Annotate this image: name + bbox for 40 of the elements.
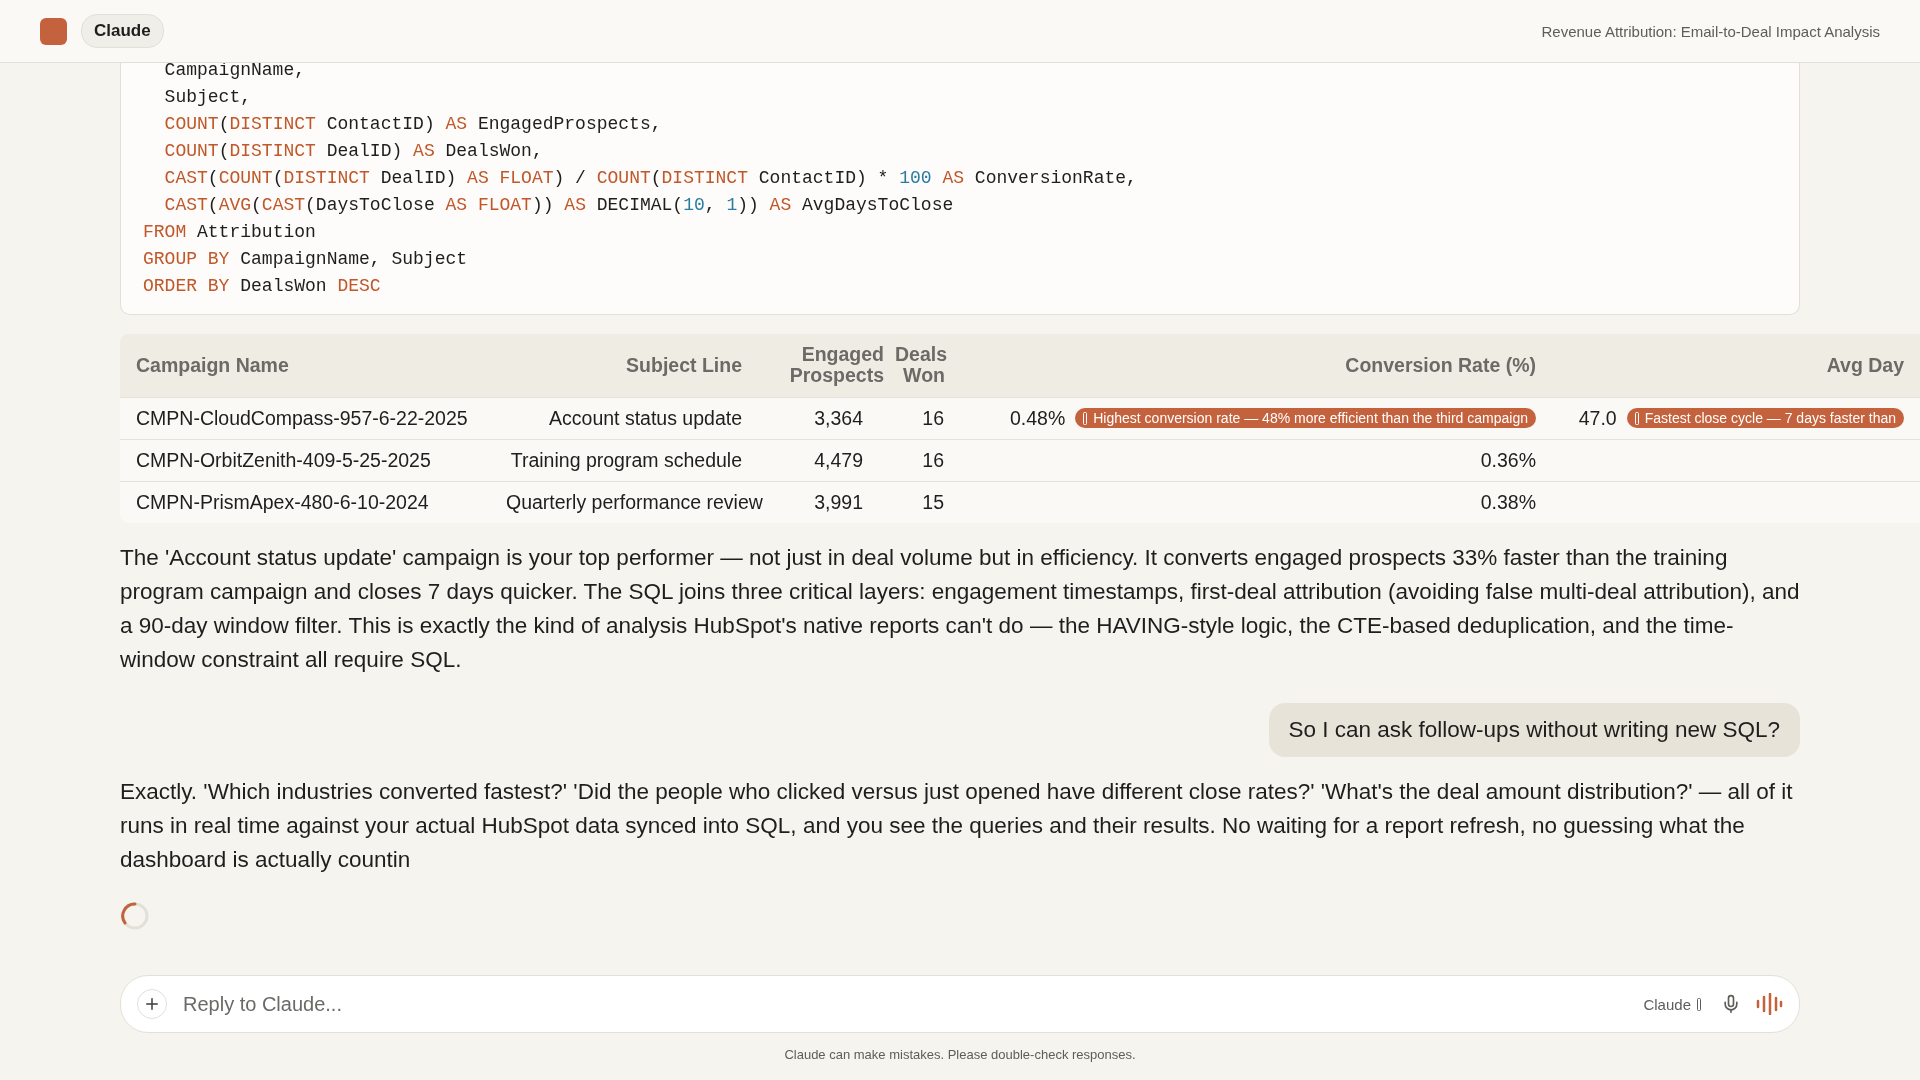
microphone-icon[interactable] [1721,994,1741,1014]
table-cell: 16 [922,406,944,429]
reply-box[interactable]: Reply to Claude... Claude [120,975,1800,1033]
table-cell: 0.38% [1480,490,1536,514]
model-selector[interactable]: Claude [1637,994,1707,1014]
table-cell: 0.36% [1480,448,1536,472]
column-header: Conversion Rate (%) [1345,354,1536,376]
assistant-message: Exactly. 'Which industries converted fastest?' 'Did the people who clicked versus just opened have different close rates?' 'What's the deal amount distribution?' — all of it runs in real time against your actual HubSpot data synced into SQL, and you see the queries and their results. No waiting for a report refresh, no guessing what the dashboard is actually countin [120,777,1794,874]
insight-badge: Highest conversion rate — 48% more efficient than the third campaign [1075,408,1536,428]
table-cell: 4,479 [814,448,863,471]
column-header: Avg Day [1826,354,1904,376]
assistant-message: The 'Account status update' campaign is your top performer — not just in deal volume but in efficiency. It converts engaged prospects 33% faster than the training program campaign and closes 7 days quicker. The SQL joins three critical layers: engagement timestamps, first-deal attribution (avoiding false multi-deal attribution), and a 90-day window filter. This is exactly the kind of analysis HubSpot's native reports can't do — the HAVING-style logic, the CTE-based deduplication, and the time-window constraint all require SQL. [120,543,1800,674]
table-cell: CMPN-OrbitZenith-409-5-25-2025 [136,448,431,471]
voice-icon[interactable] [1755,993,1783,1015]
table-cell: CMPN-CloudCompass-957-6-22-2025 [136,406,468,429]
add-button[interactable] [137,989,167,1019]
table-cell: 0.48% [1009,406,1066,430]
table-cell: 47.0 [1578,406,1617,430]
table-cell: 3,364 [814,406,863,429]
plus-icon [143,995,161,1013]
table-cell: Account status update [549,406,742,429]
column-header: Subject Line [626,354,742,376]
column-header: Campaign Name [136,354,289,376]
table-cell: CMPN-PrismApex-480-6-10-2024 [136,490,429,513]
conversation-title: Revenue Attribution: Email-to-Deal Impact Analysis [1541,22,1880,40]
app-logo [40,17,67,45]
bar-icon [1083,411,1088,425]
user-message: So I can ask follow-ups without writing new SQL? [1268,702,1800,757]
table-cell: 16 [922,448,944,471]
column-header: Engaged Prospects [788,344,884,387]
bar-icon [1697,997,1701,1011]
table-cell: Training program schedule [510,448,742,471]
bar-icon [1634,411,1639,425]
disclaimer: Claude can make mistakes. Please double-check responses. [783,1046,1137,1064]
app-name-button[interactable]: Claude [81,14,164,48]
table-cell: 15 [922,490,944,513]
column-header: Deals Won [895,344,945,387]
insight-badge: Fastest close cycle — 7 days faster than [1626,408,1904,428]
table-cell: Quarterly performance review [506,490,763,513]
table-cell: 3,991 [814,490,863,513]
